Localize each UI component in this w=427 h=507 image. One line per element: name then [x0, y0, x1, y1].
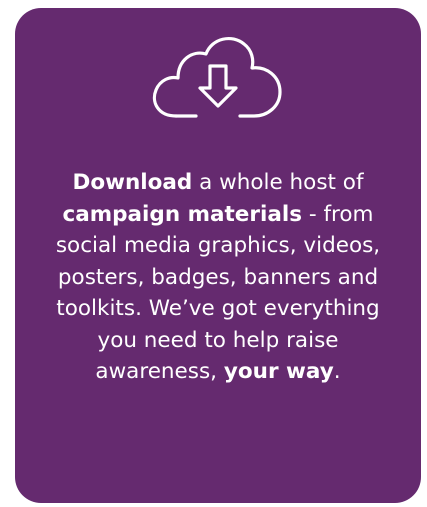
campaign-materials-emphasis: campaign materials [62, 201, 303, 227]
download-card[interactable]: Download a whole host of campaign materi… [15, 8, 421, 503]
download-emphasis: Download [72, 170, 193, 195]
message-end: . [333, 359, 341, 384]
cloud-download-icon [15, 30, 421, 126]
message-text-2: - from social media graphics, videos, po… [55, 201, 381, 385]
your-way-emphasis: your way [223, 359, 334, 384]
campaign-materials-message: Download a whole host of campaign materi… [35, 167, 401, 388]
message-text-1: a whole host of [192, 170, 364, 195]
